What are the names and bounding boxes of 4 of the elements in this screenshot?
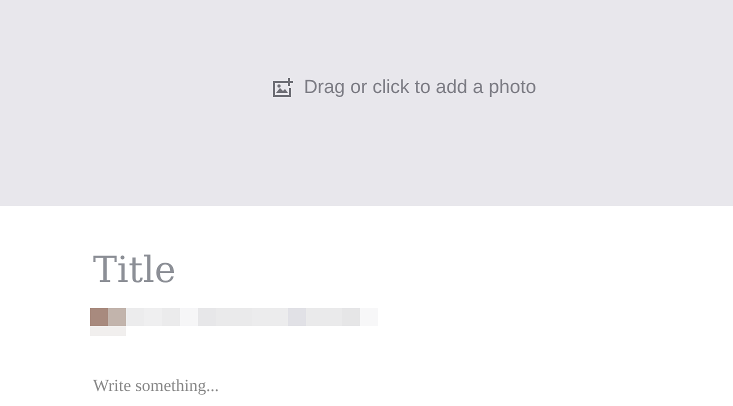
body-field[interactable]: Write something... <box>93 374 493 398</box>
title-field[interactable]: Title <box>93 244 593 296</box>
photo-upload-area[interactable]: Drag or click to add a photo <box>0 0 733 206</box>
add-image-icon <box>272 78 294 98</box>
